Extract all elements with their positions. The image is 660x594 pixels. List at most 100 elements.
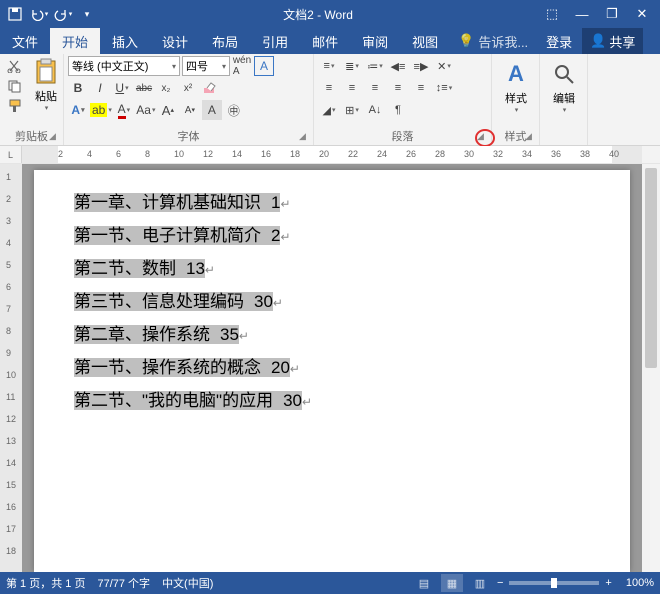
shrink-font-button[interactable]: A▾ [180, 100, 200, 120]
grow-font-button[interactable]: A▴ [158, 100, 178, 120]
italic-button[interactable]: I [90, 78, 110, 98]
styles-button[interactable]: A 样式 ▾ [496, 56, 536, 118]
line-spacing-button[interactable]: ↕≡▾ [433, 78, 455, 98]
paragraph-launcher-icon[interactable]: ◢ [477, 131, 489, 143]
sort-button[interactable]: A↓ [364, 100, 386, 120]
format-painter-icon[interactable] [6, 98, 26, 116]
vertical-scrollbar[interactable] [642, 164, 660, 572]
shading-button[interactable]: ◢▾ [318, 100, 340, 120]
font-color-button[interactable]: A▾ [114, 100, 134, 120]
document-line[interactable]: 第二节、"我的电脑"的应用30↵ [74, 386, 590, 411]
vertical-ruler[interactable]: 123456789101112131415161718 [0, 164, 22, 572]
enclose-char-icon[interactable]: ㊥ [224, 100, 244, 120]
highlight-button[interactable]: ab▾ [90, 100, 112, 120]
increase-indent-button[interactable]: ≡▶ [410, 56, 432, 76]
page-viewport: 第一章、计算机基础知识1↵ 第一节、电子计算机简介2↵ 第二节、数制13↵ 第三节、信… [22, 164, 642, 572]
tab-mailings[interactable]: 邮件 [300, 28, 350, 54]
print-layout-icon[interactable]: ▦ [441, 574, 463, 592]
save-icon[interactable] [4, 3, 26, 25]
tab-home[interactable]: 开始 [50, 28, 100, 54]
restore-icon[interactable]: ❐ [598, 3, 626, 25]
cut-icon[interactable] [6, 58, 26, 76]
document-line[interactable]: 第二章、操作系统35↵ [74, 320, 590, 345]
person-icon: 👤 [590, 33, 606, 49]
document-line[interactable]: 第一节、操作系统的概念20↵ [74, 353, 590, 378]
horizontal-ruler[interactable]: 246810121416182022242628303234363840 [22, 146, 642, 163]
vruler-tick: 18 [6, 546, 16, 556]
clear-format-icon[interactable] [200, 78, 220, 98]
vruler-tick: 12 [6, 414, 16, 424]
zoom-out-button[interactable]: − [497, 577, 503, 589]
document-line[interactable]: 第三节、信息处理编码30↵ [74, 287, 590, 312]
ruler-tick: 24 [377, 149, 387, 159]
superscript-button[interactable]: x² [178, 78, 198, 98]
phonetic-guide-icon[interactable]: wénA [232, 56, 252, 76]
vruler-tick: 2 [6, 194, 11, 204]
vruler-tick: 7 [6, 304, 11, 314]
tab-view[interactable]: 视图 [400, 28, 450, 54]
read-mode-icon[interactable]: ▤ [413, 574, 435, 592]
align-left-button[interactable]: ≡ [318, 78, 340, 98]
scrollbar-thumb[interactable] [645, 168, 657, 368]
editing-button[interactable]: 编辑 ▾ [544, 56, 584, 118]
close-icon[interactable]: ✕ [628, 3, 656, 25]
justify-button[interactable]: ≡ [387, 78, 409, 98]
zoom-level[interactable]: 100% [626, 577, 654, 589]
qat-customize-icon[interactable]: ▾ [76, 3, 98, 25]
font-launcher-icon[interactable]: ◢ [299, 131, 311, 143]
ribbon-options-icon[interactable]: ⬚ [538, 3, 566, 25]
tab-insert[interactable]: 插入 [100, 28, 150, 54]
align-right-button[interactable]: ≡ [364, 78, 386, 98]
document-page[interactable]: 第一章、计算机基础知识1↵ 第一节、电子计算机简介2↵ 第二节、数制13↵ 第三节、信… [34, 170, 630, 572]
page-status[interactable]: 第 1 页，共 1 页 [6, 575, 85, 591]
numbering-button[interactable]: ≣▾ [341, 56, 363, 76]
tab-layout[interactable]: 布局 [200, 28, 250, 54]
document-line[interactable]: 第一章、计算机基础知识1↵ [74, 188, 590, 213]
align-center-button[interactable]: ≡ [341, 78, 363, 98]
document-line[interactable]: 第二节、数制13↵ [74, 254, 590, 279]
minimize-icon[interactable]: — [568, 3, 596, 25]
redo-icon[interactable]: ▾ [52, 3, 74, 25]
copy-icon[interactable] [6, 78, 26, 96]
asian-layout-button[interactable]: ✕▾ [433, 56, 455, 76]
text-effects-button[interactable]: A▾ [68, 100, 88, 120]
tab-references[interactable]: 引用 [250, 28, 300, 54]
clipboard-launcher-icon[interactable]: ◢ [49, 131, 61, 143]
undo-icon[interactable]: ▾ [28, 3, 50, 25]
styles-launcher-icon[interactable]: ◢ [525, 131, 537, 143]
tab-review[interactable]: 审阅 [350, 28, 400, 54]
decrease-indent-button[interactable]: ◀≡ [387, 56, 409, 76]
zoom-slider-thumb[interactable] [551, 578, 557, 588]
document-line[interactable]: 第一节、电子计算机简介2↵ [74, 221, 590, 246]
bullets-button[interactable]: ≡▾ [318, 56, 340, 76]
web-layout-icon[interactable]: ▥ [469, 574, 491, 592]
multilevel-button[interactable]: ≔▾ [364, 56, 386, 76]
char-border-icon[interactable]: A [254, 56, 274, 76]
paste-button[interactable]: 粘贴 ▾ [28, 56, 64, 114]
borders-button[interactable]: ⊞▾ [341, 100, 363, 120]
paragraph-mark-icon: ↵ [290, 362, 300, 376]
tell-me-search[interactable]: 💡告诉我... [450, 28, 536, 54]
share-button[interactable]: 👤共享 [582, 28, 643, 54]
font-name-combo[interactable]: 等线 (中文正文)▾ [68, 56, 180, 76]
show-marks-button[interactable]: ¶ [387, 100, 409, 120]
underline-button[interactable]: U▾ [112, 78, 132, 98]
char-shading-icon[interactable]: A [202, 100, 222, 120]
font-size-combo[interactable]: 四号▾ [182, 56, 230, 76]
subscript-button[interactable]: x₂ [156, 78, 176, 98]
word-count[interactable]: 77/77 个字 [97, 575, 150, 591]
tab-file[interactable]: 文件 [0, 28, 50, 54]
vruler-tick: 14 [6, 458, 16, 468]
distributed-button[interactable]: ≡ [410, 78, 432, 98]
ruler-tick: 18 [290, 149, 300, 159]
zoom-slider[interactable] [509, 581, 599, 585]
zoom-in-button[interactable]: + [605, 577, 611, 589]
language-status[interactable]: 中文(中国) [162, 575, 213, 591]
vruler-tick: 9 [6, 348, 11, 358]
tab-selector-icon[interactable]: L [0, 146, 22, 163]
change-case-button[interactable]: Aa▾ [136, 100, 156, 120]
tab-design[interactable]: 设计 [150, 28, 200, 54]
login-button[interactable]: 登录 [536, 28, 582, 54]
strikethrough-button[interactable]: abc [134, 78, 154, 98]
bold-button[interactable]: B [68, 78, 88, 98]
